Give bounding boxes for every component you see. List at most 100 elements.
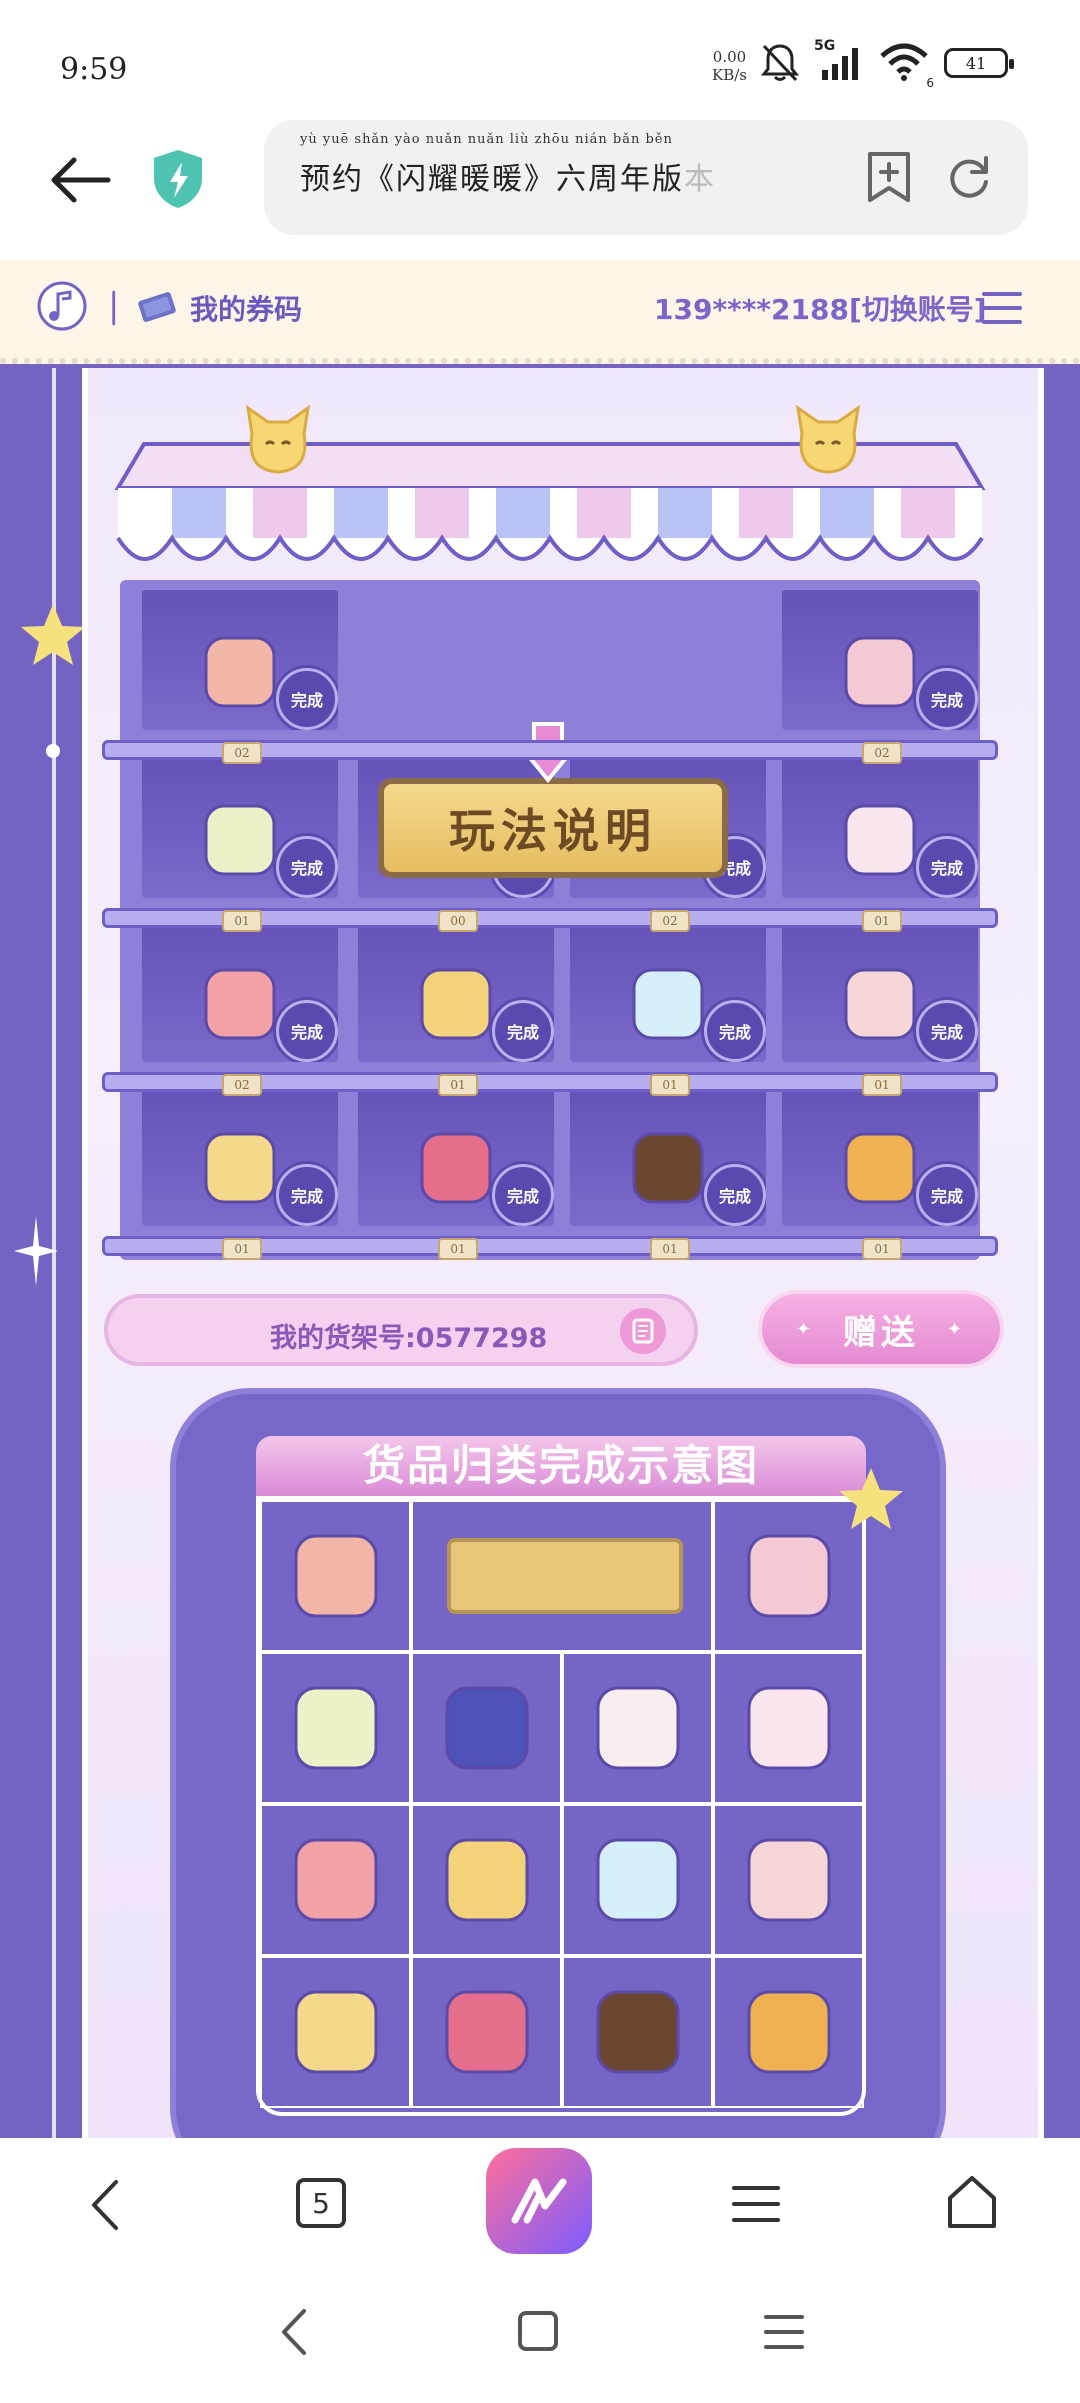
example-slot — [562, 1804, 713, 1956]
suitcase-icon — [420, 968, 492, 1040]
slot-number-tag: 00 — [438, 910, 478, 932]
star-icon — [839, 1468, 903, 1529]
browser-bottom-nav: 5 — [0, 2138, 1080, 2263]
example-slot — [260, 1652, 411, 1804]
slot-number-tag: 01 — [650, 1238, 690, 1260]
example-slot — [713, 1956, 864, 2108]
slot-number-tag: 02 — [862, 742, 902, 764]
cellular-signal-icon: 5G — [814, 38, 864, 84]
back-arrow-icon[interactable] — [46, 150, 116, 210]
slot-number-tag: 01 — [862, 910, 902, 932]
slot-number-tag: 01 — [862, 1074, 902, 1096]
example-slot — [411, 1652, 562, 1804]
example-slot — [411, 1804, 562, 1956]
example-slot — [260, 1500, 411, 1652]
shelf-slot[interactable]: 完成 — [782, 922, 978, 1062]
system-back-icon[interactable] — [278, 2307, 310, 2357]
tabs-button[interactable]: 5 — [296, 2178, 346, 2228]
my-coupon-link[interactable]: 我的券码 — [190, 288, 302, 328]
shelf-slot[interactable]: 完成 — [142, 922, 338, 1062]
camera-icon — [844, 1132, 916, 1204]
system-recents-icon[interactable] — [762, 2311, 806, 2353]
decor-dot — [46, 744, 60, 758]
address-bar[interactable]: yù yuē shǎn yào nuǎn nuǎn liù zhōu nián … — [264, 120, 1028, 235]
moon-pillow-icon — [294, 1990, 378, 2074]
tab-count: 5 — [312, 2186, 330, 2220]
gift-button[interactable]: ✦ 赠送 ✦ — [758, 1290, 1004, 1368]
done-badge: 完成 — [276, 836, 338, 898]
home-icon[interactable] — [944, 2174, 1000, 2230]
slot-number-tag: 01 — [438, 1238, 478, 1260]
cat-icon — [795, 404, 861, 474]
done-badge: 完成 — [916, 668, 978, 730]
coupon-icon — [138, 292, 176, 322]
moon-pillow-icon — [204, 1132, 276, 1204]
url-pinyin: yù yuē shǎn yào nuǎn nuǎn liù zhōu nián … — [300, 132, 673, 147]
menu-icon[interactable] — [730, 2182, 782, 2226]
security-shield-icon[interactable] — [150, 148, 206, 210]
bunny-mug-icon — [844, 804, 916, 876]
sparkle-icon: ✦ — [947, 1318, 967, 1340]
camera-icon — [747, 1990, 831, 2074]
system-home-icon[interactable] — [518, 2311, 558, 2351]
account-switch-link[interactable]: 139****2188[切换账号] — [654, 288, 987, 328]
shelf-slot[interactable]: 完成 — [570, 922, 766, 1062]
back-icon[interactable] — [88, 2178, 122, 2232]
app-home-button[interactable] — [486, 2148, 592, 2254]
status-time: 9:59 — [60, 52, 128, 87]
example-slot — [411, 1500, 713, 1652]
crystal-ball-icon — [596, 1838, 680, 1922]
header-separator: | — [108, 286, 120, 326]
reload-icon[interactable] — [944, 152, 994, 202]
pink-cap-icon — [204, 968, 276, 1040]
shelf-slot[interactable]: 完成 — [570, 1086, 766, 1226]
network-speed: 0.00 KB/s — [712, 48, 747, 84]
slot-number-tag: 01 — [438, 1074, 478, 1096]
perfume-icon — [445, 1686, 529, 1770]
example-grid — [256, 1496, 866, 2116]
slot-number-tag: 01 — [862, 1238, 902, 1260]
shelf-slot[interactable]: 完成 — [142, 590, 338, 730]
flower-basket-icon — [204, 804, 276, 876]
mute-bell-icon — [760, 44, 800, 82]
copy-icon[interactable] — [620, 1308, 666, 1354]
system-navigation — [0, 2263, 1080, 2403]
shelf-slot[interactable]: 完成 — [358, 922, 554, 1062]
slot-number-tag: 01 — [650, 1074, 690, 1096]
page-header: | 我的券码 139****2188[切换账号] — [0, 260, 1080, 364]
flower-basket-icon — [294, 1686, 378, 1770]
shelf-slot[interactable]: 完成 — [358, 1086, 554, 1226]
slot-number-tag: 01 — [222, 1238, 262, 1260]
slot-number-tag: 01 — [222, 910, 262, 932]
shelf-slot[interactable]: 完成 — [142, 1086, 338, 1226]
wifi-icon: 6 — [878, 42, 934, 90]
gift-label: 赠送 — [843, 1312, 919, 1353]
wifi-label: 6 — [926, 76, 934, 90]
sparkle-icon — [14, 1216, 58, 1286]
status-icons: 5G 6 41 — [760, 38, 1014, 90]
url-title-fade: 本 — [684, 162, 716, 197]
url-title: 预约《闪耀暖暖》六周年版本 — [300, 154, 790, 204]
rules-button[interactable]: 玩法说明 — [378, 778, 728, 878]
done-badge: 完成 — [916, 836, 978, 898]
example-slot — [713, 1652, 864, 1804]
shell-ring-icon — [596, 1686, 680, 1770]
suitcase-icon — [445, 1838, 529, 1922]
crystal-ball-icon — [632, 968, 704, 1040]
browser-toolbar: yù yuē shǎn yào nuǎn nuǎn liù zhōu nián … — [0, 120, 1080, 260]
pink-cap-icon — [294, 1838, 378, 1922]
milk-carton-icon — [844, 968, 916, 1040]
menu-icon[interactable] — [980, 288, 1024, 328]
music-icon[interactable] — [36, 280, 88, 332]
done-badge: 完成 — [916, 1000, 978, 1062]
shelf-slot[interactable]: 完成 — [142, 758, 338, 898]
cat-icon — [245, 404, 311, 474]
album-icon — [844, 636, 916, 708]
add-bookmark-icon[interactable] — [864, 150, 914, 204]
web-content: | 我的券码 139****2188[切换账号] 完成 02 完成 02 完成 — [0, 260, 1080, 2138]
shelf-slot[interactable]: 完成 — [782, 590, 978, 730]
sparkle-icon: ✦ — [795, 1318, 815, 1340]
example-slot — [260, 1804, 411, 1956]
shelf-slot[interactable]: 完成 — [782, 1086, 978, 1226]
shelf-slot[interactable]: 完成 — [782, 758, 978, 898]
